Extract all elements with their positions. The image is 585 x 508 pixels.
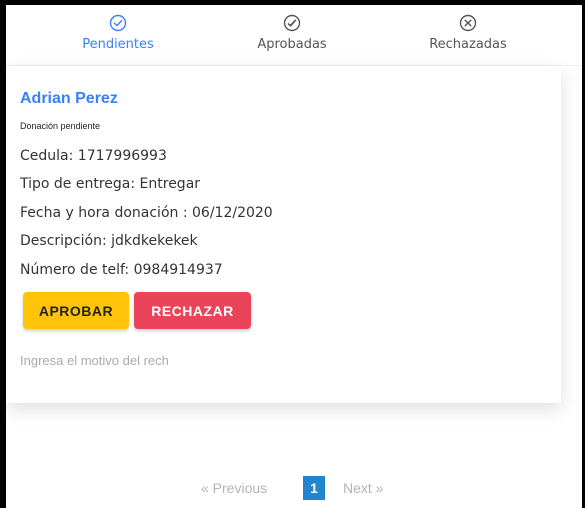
close-circle-icon <box>459 14 477 32</box>
next-page-link[interactable]: Next » <box>343 476 383 500</box>
reject-button[interactable]: RECHAZAR <box>134 292 251 329</box>
donation-status: Donación pendiente <box>20 121 101 131</box>
approve-button[interactable]: APROBAR <box>23 292 129 329</box>
delivery-type-field: Tipo de entrega: Entregar <box>20 176 201 192</box>
rejection-reason-input[interactable] <box>20 348 280 372</box>
check-badge-icon <box>283 14 301 32</box>
current-page-button[interactable]: 1 <box>303 476 325 500</box>
tab-label-rechazadas: Rechazadas <box>429 37 507 52</box>
tab-aprobadas[interactable]: Aprobadas <box>207 5 377 65</box>
donor-name: Adrian Perez <box>20 90 118 107</box>
tab-label-aprobadas: Aprobadas <box>257 37 327 52</box>
cedula-field: Cedula: 1717996993 <box>20 148 167 164</box>
tab-label-pendientes: Pendientes <box>82 37 154 52</box>
previous-page-link[interactable]: « Previous <box>201 476 267 500</box>
tab-pendientes[interactable]: Pendientes <box>33 5 203 65</box>
phone-field: Número de telf: 0984914937 <box>20 262 223 278</box>
tab-rechazadas[interactable]: Rechazadas <box>383 5 553 65</box>
check-circle-icon <box>109 14 127 32</box>
pagination: « Previous 1 Next » <box>0 476 585 500</box>
tab-bar: Pendientes Aprobadas Rechazadas <box>6 5 582 66</box>
donation-date-field: Fecha y hora donación : 06/12/2020 <box>20 205 273 221</box>
donation-card: Adrian Perez Donación pendiente Cedula: … <box>6 66 561 403</box>
description-field: Descripción: jdkdkekekek <box>20 233 198 249</box>
